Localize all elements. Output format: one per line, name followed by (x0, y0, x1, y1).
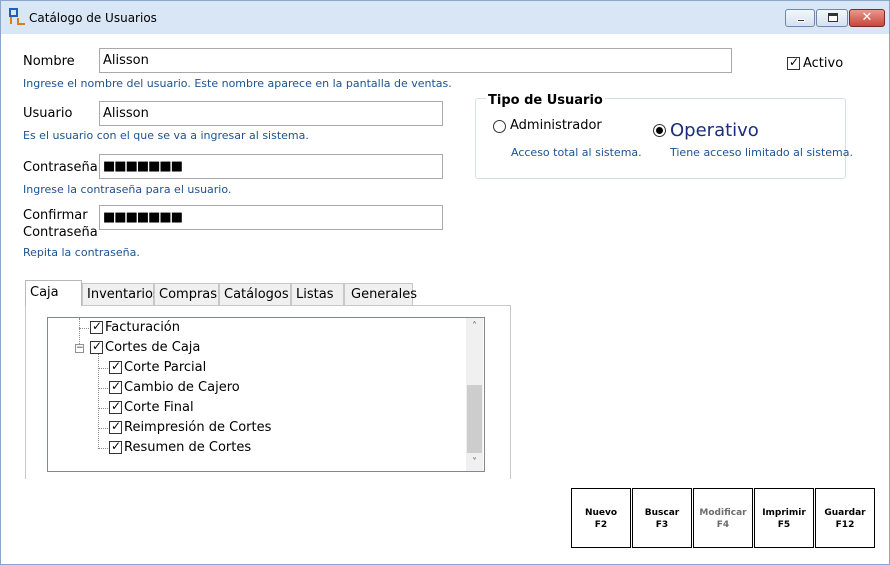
close-button[interactable]: ✕ (849, 9, 885, 27)
buscar-label: Buscar (644, 508, 680, 518)
nuevo-shortcut: F2 (594, 520, 608, 530)
tab-caja[interactable]: Caja (25, 280, 82, 306)
cambio-de-cajero-checkbox[interactable]: ✓ (109, 379, 122, 394)
checkmark-icon: ✓ (92, 319, 103, 333)
maximize-button[interactable] (816, 9, 848, 27)
facturacion-checkbox[interactable]: ✓ (90, 319, 103, 334)
buscar-shortcut: F3 (655, 520, 669, 530)
reimpresion-de-cortes-checkbox[interactable]: ✓ (109, 419, 122, 434)
minimize-icon (797, 19, 805, 22)
operativo-description: Tiene acceso limitado al sistema. (670, 146, 853, 159)
tree-item-resumen-de-cortes[interactable]: Resumen de Cortes (124, 440, 251, 456)
administrador-description: Acceso total al sistema. (511, 146, 642, 159)
tab-inventarios[interactable]: Inventarios (82, 283, 160, 306)
usuario-input[interactable]: Alisson (99, 101, 443, 126)
confirmar-hint: Repita la contraseña. (23, 246, 140, 259)
resumen-de-cortes-checkbox[interactable]: ✓ (109, 439, 122, 454)
confirmar-label-line2: Contraseña (23, 225, 98, 240)
tree-connector (98, 368, 108, 369)
guardar-label: Guardar (824, 508, 866, 518)
contrasena-hint: Ingrese la contraseña para el usuario. (23, 183, 232, 196)
confirmar-input[interactable]: ■■■■■■■ (99, 205, 443, 230)
checkmark-icon: ✓ (92, 339, 103, 353)
maximize-icon (828, 13, 838, 22)
checkmark-icon: ✓ (111, 439, 122, 453)
contrasena-input[interactable]: ■■■■■■■ (99, 154, 443, 179)
administrador-radio[interactable] (493, 120, 506, 133)
corte-parcial-checkbox[interactable]: ✓ (109, 359, 122, 374)
checkmark-icon: ✓ (111, 419, 122, 433)
app-logo-icon (9, 8, 25, 25)
tree-item-corte-parcial[interactable]: Corte Parcial (124, 360, 206, 376)
imprimir-shortcut: F5 (777, 520, 791, 530)
tab-generales[interactable]: Generales (344, 283, 417, 306)
guardar-shortcut: F12 (835, 520, 855, 530)
tree-connector (98, 428, 108, 429)
tree-item-cortes-de-caja[interactable]: Cortes de Caja (105, 340, 200, 356)
operativo-radio[interactable] (653, 124, 666, 137)
usuario-label: Usuario (23, 106, 73, 121)
tree-scrollbar[interactable]: ˄ ˅ (466, 318, 483, 471)
nombre-label: Nombre (23, 54, 75, 69)
nuevo-button[interactable]: Nuevo F2 (571, 488, 631, 548)
scroll-up-icon[interactable]: ˄ (466, 318, 483, 335)
activo-label: Activo (803, 56, 844, 71)
activo-checkbox[interactable]: ✓ (787, 55, 800, 70)
modificar-label: Modificar (699, 508, 747, 518)
tree-connector (98, 448, 108, 449)
tree-item-corte-final[interactable]: Corte Final (124, 400, 194, 416)
imprimir-label: Imprimir (762, 508, 806, 518)
nombre-input[interactable]: Alisson (99, 48, 732, 73)
tab-listas[interactable]: Listas (291, 283, 344, 306)
close-icon: ✕ (861, 10, 873, 25)
title-bar: Catálogo de Usuarios ✕ (1, 1, 889, 34)
scroll-down-icon[interactable]: ˅ (466, 454, 483, 471)
tree-item-cambio-de-cajero[interactable]: Cambio de Cajero (124, 380, 240, 396)
imprimir-button[interactable]: Imprimir F5 (754, 488, 814, 548)
modificar-shortcut: F4 (716, 520, 730, 530)
tipo-usuario-group (475, 98, 846, 179)
checkmark-icon: ✓ (111, 399, 122, 413)
catalogo-usuarios-window: Catálogo de Usuarios ✕ Nombre Alisson In… (0, 0, 890, 565)
guardar-button[interactable]: Guardar F12 (815, 488, 875, 548)
contrasena-label: Contraseña (23, 160, 98, 175)
checkmark-icon: ✓ (111, 379, 122, 393)
confirmar-label-line1: Confirmar (23, 208, 88, 223)
corte-final-checkbox[interactable]: ✓ (109, 399, 122, 414)
tab-catalogos[interactable]: Catálogos (219, 283, 291, 306)
scroll-thumb[interactable] (467, 385, 482, 453)
modificar-button[interactable]: Modificar F4 (693, 488, 753, 548)
tree-connector (98, 388, 108, 389)
administrador-label[interactable]: Administrador (510, 118, 602, 133)
window-title: Catálogo de Usuarios (29, 11, 157, 25)
minimize-button[interactable] (785, 9, 815, 27)
tipo-usuario-title: Tipo de Usuario (486, 93, 605, 108)
checkmark-icon: ✓ (111, 359, 122, 373)
operativo-label[interactable]: Operativo (670, 120, 759, 141)
tree-connector (79, 328, 89, 329)
tree-connector (98, 408, 108, 409)
collapse-icon[interactable]: − (75, 344, 84, 353)
cortes-de-caja-checkbox[interactable]: ✓ (90, 339, 103, 354)
tab-compras[interactable]: Compras (154, 283, 219, 306)
buscar-button[interactable]: Buscar F3 (632, 488, 692, 548)
tree-item-reimpresion-de-cortes[interactable]: Reimpresión de Cortes (124, 420, 271, 436)
checkmark-icon: ✓ (789, 55, 800, 69)
tree-item-facturacion[interactable]: Facturación (105, 320, 180, 336)
usuario-hint: Es el usuario con el que se va a ingresa… (23, 129, 309, 142)
nuevo-label: Nuevo (584, 508, 618, 518)
permissions-tree: ✓ Facturación − ✓ Cortes de Caja ✓ Corte… (47, 317, 485, 472)
nombre-hint: Ingrese el nombre del usuario. Este nomb… (23, 77, 452, 90)
